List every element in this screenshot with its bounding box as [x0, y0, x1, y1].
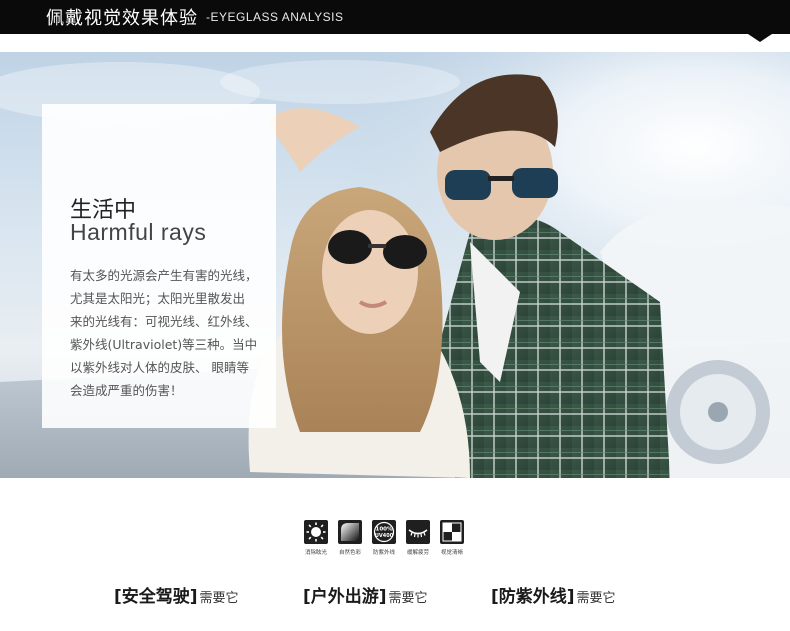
- sun-glare-icon: [304, 520, 328, 544]
- feature-glare: 消除眩光: [302, 520, 330, 556]
- feature-eye-relief: 缓解疲劳: [404, 520, 432, 556]
- scenario-title: [安全驾驶]: [114, 587, 198, 607]
- natural-color-icon: [338, 520, 362, 544]
- card-body-line: 以紫外线对人体的皮肤、 眼睛等: [70, 360, 249, 375]
- feature-label: 防紫外线: [372, 550, 395, 556]
- feature-uv400: 100% UV400 防紫外线: [370, 520, 398, 556]
- card-body-line: 来的光线有：可视光线、红外线、: [70, 314, 258, 329]
- feature-label: 视觉清晰: [440, 550, 463, 556]
- feature-label: 消除眩光: [304, 550, 327, 556]
- scenario-suffix: 需要它: [199, 591, 239, 606]
- feature-label: 自然色彩: [338, 550, 361, 556]
- scenario-outdoor-travel: [户外出游] 需要它: [303, 582, 428, 607]
- card-body-line: 有太多的光源会产生有害的光线，: [70, 268, 258, 283]
- feature-icons: 消除眩光 自然色彩 100% UV400 防紫外线 缓解疲劳 视觉清晰: [302, 520, 466, 556]
- section-subtitle: -EYEGLASS ANALYSIS: [206, 10, 344, 24]
- scenario-title: [户外出游]: [303, 587, 387, 607]
- uv400-icon: 100% UV400: [372, 520, 396, 544]
- card-title-english: Harmful rays: [70, 219, 207, 245]
- eye-lash-icon: [406, 520, 430, 544]
- feature-natural-color: 自然色彩: [336, 520, 364, 556]
- scenario-title: [防紫外线]: [491, 587, 575, 607]
- uv-badge-top: 100%: [376, 527, 393, 533]
- card-body-line: 尤其是太阳光；太阳光里散发出: [70, 291, 246, 306]
- scenario-safe-driving: [安全驾驶] 需要它: [114, 582, 239, 607]
- scenario-uv-protection: [防紫外线] 需要它: [491, 582, 616, 607]
- hero-banner: 生活中 Harmful rays 有太多的光源会产生有害的光线， 尤其是太阳光；…: [0, 52, 790, 478]
- card-body-line: 紫外线(Ultraviolet)等三种。当中: [70, 337, 258, 352]
- section-header: 佩戴视觉效果体验 -EYEGLASS ANALYSIS: [0, 0, 790, 34]
- feature-label: 缓解疲劳: [406, 550, 429, 556]
- feature-clarity: 视觉清晰: [438, 520, 466, 556]
- clarity-icon: [440, 520, 464, 544]
- card-body-text: 有太多的光源会产生有害的光线， 尤其是太阳光；太阳光里散发出 来的光线有：可视光…: [70, 264, 270, 402]
- scenario-suffix: 需要它: [388, 591, 428, 606]
- section-title: 佩戴视觉效果体验: [46, 8, 198, 29]
- card-body-line: 会造成严重的伤害！: [70, 383, 183, 398]
- scenario-suffix: 需要它: [576, 591, 616, 606]
- header-notch: [748, 34, 772, 42]
- info-card: 生活中 Harmful rays 有太多的光源会产生有害的光线， 尤其是太阳光；…: [42, 104, 276, 428]
- uv-badge-bottom: UV400: [375, 533, 394, 539]
